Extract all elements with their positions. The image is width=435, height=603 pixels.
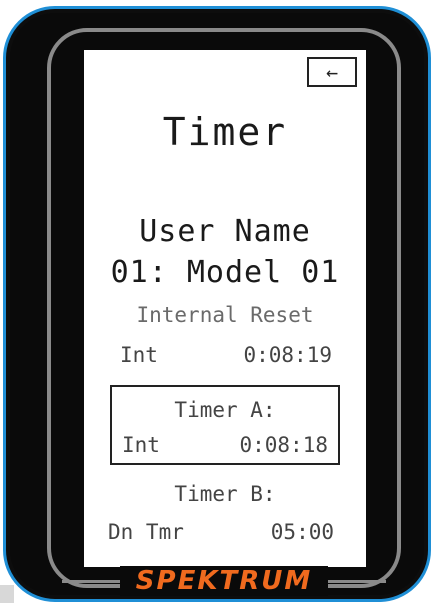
internal-timer-mode: Int xyxy=(120,343,158,367)
timer-a-mode: Int xyxy=(122,433,160,457)
brand-divider-left xyxy=(62,580,120,583)
corner-fragment xyxy=(0,585,14,603)
internal-timer-row: Int 0:08:19 xyxy=(120,343,332,367)
timer-a-label: Timer A: xyxy=(174,398,276,422)
internal-timer-value: 0:08:19 xyxy=(243,343,332,367)
user-name-label: User Name xyxy=(139,214,311,249)
timer-b-mode: Dn Tmr xyxy=(108,520,184,544)
internal-reset-button[interactable]: Internal Reset xyxy=(84,303,366,327)
brand-divider-right xyxy=(328,580,386,583)
timer-a-row: Int 0:08:18 xyxy=(122,433,328,457)
back-arrow-icon: ← xyxy=(325,60,339,84)
brand-bar: SPEKTRUM xyxy=(120,566,328,596)
back-button[interactable]: ← xyxy=(307,57,357,87)
model-name: 01: Model 01 xyxy=(110,255,340,290)
timer-b-label[interactable]: Timer B: xyxy=(84,482,366,506)
timer-b-value: 05:00 xyxy=(270,520,334,544)
timer-a-selector[interactable]: Timer A: Int 0:08:18 xyxy=(110,385,340,465)
spektrum-logo: SPEKTRUM xyxy=(135,566,313,596)
page-title: Timer xyxy=(162,110,288,154)
timer-b-row: Dn Tmr 05:00 xyxy=(108,520,334,544)
timer-a-value: 0:08:18 xyxy=(239,433,328,457)
lcd-screen: ← Timer User Name 01: Model 01 Internal … xyxy=(84,50,366,567)
